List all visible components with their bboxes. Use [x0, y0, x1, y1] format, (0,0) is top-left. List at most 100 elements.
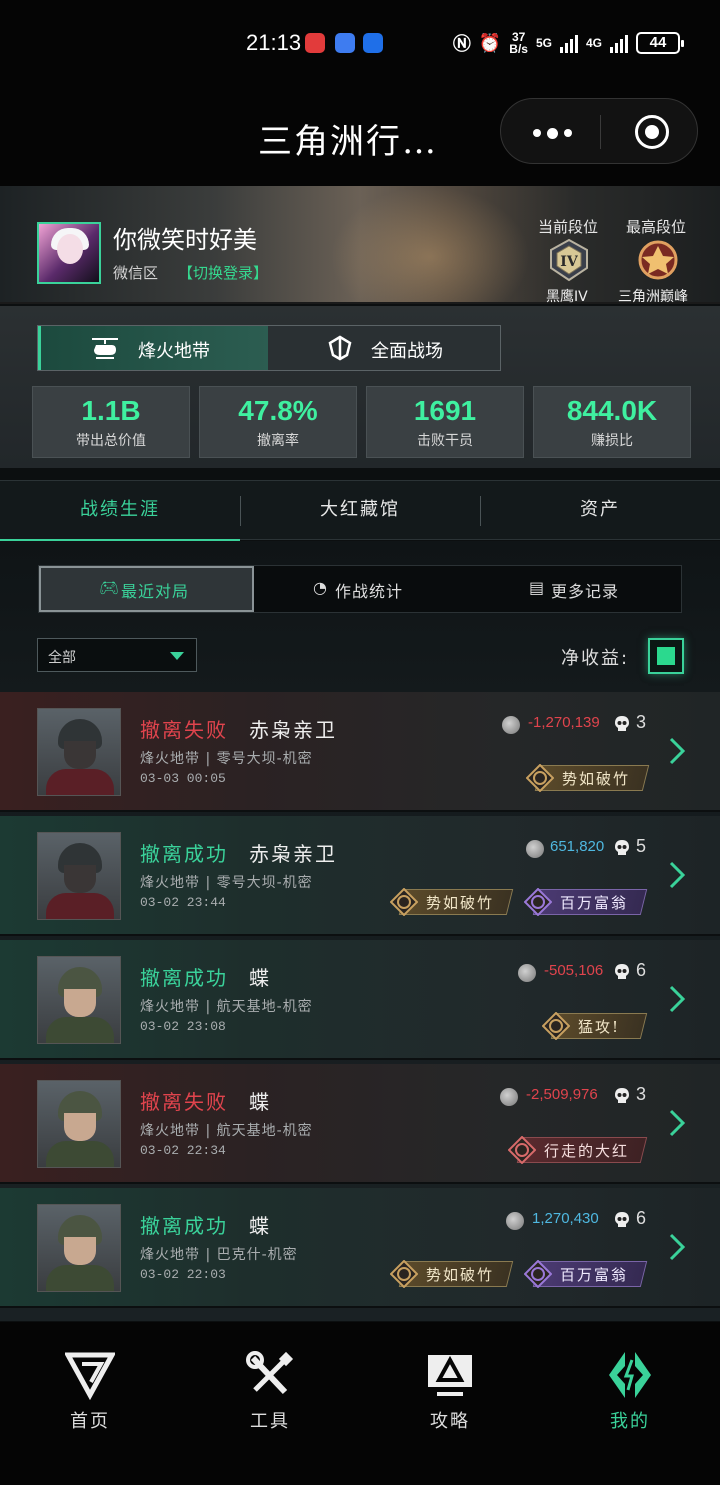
mode-tab-extraction[interactable]: 烽火地带	[138, 337, 210, 363]
match-map: 烽火地带 | 零号大坝-机密	[140, 751, 313, 767]
operator-name: 蝶	[249, 1090, 271, 1114]
stat-value: 844.0K	[566, 395, 658, 426]
chevron-right-icon[interactable]	[668, 1108, 686, 1138]
match-value: 1,270,430	[532, 1210, 599, 1227]
match-row[interactable]: 撤离失败 赤枭亲卫 烽火地带 | 零号大坝-机密 03-03 00:05 -1,270,…	[0, 692, 720, 812]
profile-logo-icon	[609, 1352, 651, 1398]
match-value: -505,106	[544, 962, 604, 979]
net-income-toggle[interactable]	[648, 638, 684, 674]
kill-count: 3	[636, 1084, 647, 1104]
operator-avatar	[37, 1204, 121, 1292]
operator-name: 赤枭亲卫	[249, 842, 337, 866]
coin-icon	[506, 1212, 524, 1230]
badge-emblem-icon	[526, 764, 554, 792]
match-row[interactable]: 撤离成功 赤枭亲卫烽火地带 | 零号大坝-机密 03-02 23:44 651,820…	[0, 816, 720, 936]
switch-login-link[interactable]: 【切换登录】	[178, 262, 268, 283]
net-income-label: 净收益:	[561, 648, 630, 669]
signal-icon	[559, 33, 578, 53]
match-row[interactable]: 撤离失败蝶烽火地带 | 航天基地-机密 03-02 22:34 -2,509,976…	[0, 1064, 720, 1184]
coin-icon	[500, 1088, 518, 1106]
tab-divider	[480, 496, 481, 526]
match-time: 03-02 22:03	[140, 1267, 226, 1282]
subtab-more-records[interactable]: 更多记录	[551, 578, 619, 602]
extraction-status: 撤离失败	[140, 718, 228, 742]
badge-emblem-icon	[524, 888, 552, 916]
tab-career[interactable]: 战绩生涯	[0, 481, 240, 542]
coin-icon	[526, 840, 544, 858]
nav-profile[interactable]: 我的	[580, 1350, 680, 1440]
badge-emblem-icon	[542, 1012, 570, 1040]
stat-label: 赚损比	[591, 433, 633, 449]
subtab-recent-matches[interactable]: 最近对局	[121, 578, 189, 602]
nav-home[interactable]: 首页	[40, 1350, 140, 1440]
helicopter-icon	[92, 338, 118, 359]
nav-label: 工具	[250, 1411, 290, 1432]
tools-icon	[246, 1351, 294, 1395]
badge-emblem-icon	[390, 1260, 418, 1288]
document-icon: ▤	[529, 578, 546, 597]
network-4g: 4G	[585, 36, 602, 50]
tab-assets[interactable]: 资产	[480, 481, 720, 541]
nav-tools[interactable]: 工具	[220, 1350, 320, 1440]
stat-card-extract-rate: 47.8% 撤离率	[199, 386, 357, 458]
stat-card-profit-ratio: 844.0K 赚损比	[533, 386, 691, 458]
badge-label: 行走的大红	[544, 1142, 630, 1160]
badge-emblem-icon	[390, 888, 418, 916]
subtab-battle-stats[interactable]: 作战统计	[335, 578, 403, 602]
notification-app-icon	[305, 33, 325, 53]
skull-icon	[615, 1088, 629, 1103]
mode-tab-battlefield[interactable]: 全面战场	[371, 337, 443, 363]
skull-icon	[615, 1212, 629, 1227]
filter-value: 全部	[48, 650, 76, 666]
operator-name: 蝶	[249, 966, 271, 990]
signal-icon-2	[610, 33, 628, 53]
chevron-right-icon[interactable]	[668, 1232, 686, 1262]
tab-divider	[240, 496, 241, 526]
region-label: 微信区	[113, 264, 159, 282]
highest-rank-label: 最高段位	[626, 218, 687, 236]
stat-label: 击败干员	[417, 433, 473, 449]
nav-label: 首页	[70, 1411, 110, 1432]
current-rank-label: 当前段位	[538, 218, 599, 236]
sub-tabs: 🎮︎ 最近对局 ◔ 作战统计 ▤ 更多记录	[38, 565, 682, 613]
avatar[interactable]	[37, 222, 101, 284]
chevron-right-icon[interactable]	[668, 860, 686, 890]
extraction-status: 撤离成功	[140, 842, 228, 866]
match-value: 651,820	[550, 838, 605, 855]
profile-banner	[0, 186, 720, 304]
achievement-badge: 百万富翁	[520, 1259, 648, 1289]
match-row[interactable]: 撤离成功蝶烽火地带 | 航天基地-机密 03-02 23:08 -505,106 6 …	[0, 940, 720, 1060]
match-value: -2,509,976	[526, 1086, 598, 1103]
network-5g: 5G	[535, 36, 552, 50]
coin-icon	[518, 964, 536, 982]
extraction-status: 撤离成功	[140, 966, 228, 990]
nfc-icon: Ⓝ	[452, 34, 471, 54]
mode-filter-dropdown[interactable]: 全部	[37, 638, 197, 672]
kill-count: 6	[636, 960, 647, 980]
nav-guide[interactable]: 攻略	[400, 1350, 500, 1440]
net-speed-unit: B/s	[509, 42, 528, 56]
match-map: 烽火地带 | 巴克什-机密	[140, 1247, 298, 1263]
current-rank-badge-icon: IV	[550, 238, 588, 282]
net-speed: 37 B/s	[509, 31, 528, 55]
tab-red-collection[interactable]: 大红藏馆	[240, 481, 480, 541]
match-time: 03-02 23:44	[140, 895, 226, 910]
kill-count: 3	[636, 712, 647, 732]
capsule-divider	[600, 115, 601, 149]
match-map: 烽火地带 | 航天基地-机密	[140, 999, 313, 1015]
shield-wings-icon	[328, 335, 352, 361]
stat-card-total-value: 1.1B 带出总价值	[32, 386, 190, 458]
operator-avatar	[37, 708, 121, 796]
chevron-right-icon[interactable]	[668, 984, 686, 1014]
match-row[interactable]: 撤离成功蝶烽火地带 | 巴克什-机密 03-02 22:03 1,270,430 6 …	[0, 1188, 720, 1308]
match-time: 03-02 22:34	[140, 1143, 226, 1158]
close-target-icon[interactable]	[635, 115, 669, 149]
stat-label: 撤离率	[257, 433, 299, 449]
chevron-right-icon[interactable]	[668, 736, 686, 766]
status-time: 21:13	[246, 30, 302, 55]
match-map: 烽火地带 | 零号大坝-机密	[140, 875, 313, 891]
badge-emblem-icon	[508, 1136, 536, 1164]
more-options-icon[interactable]	[533, 127, 572, 139]
operator-avatar	[37, 956, 121, 1044]
miniprogram-capsule	[500, 98, 698, 164]
